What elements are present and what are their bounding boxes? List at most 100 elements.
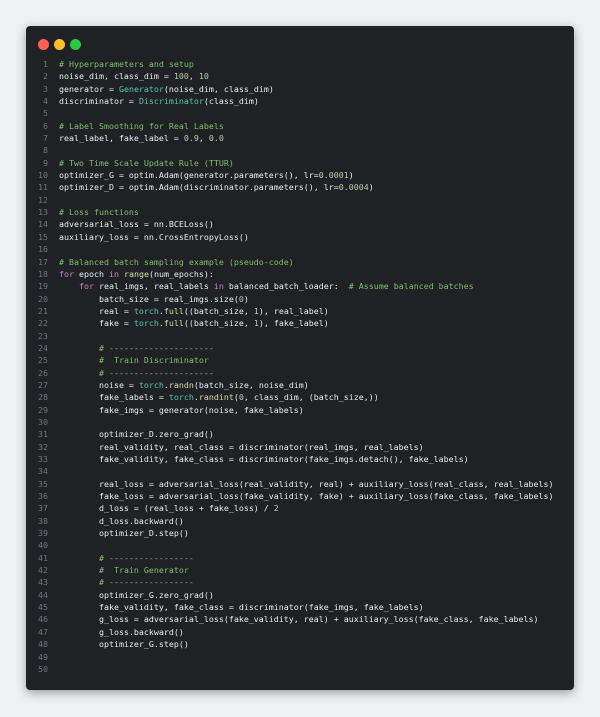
- code-text: # Two Time Scale Update Rule (TTUR): [59, 157, 234, 169]
- window-titlebar: [26, 26, 574, 60]
- code-token: ), real_label): [258, 305, 329, 316]
- line-number: 7: [43, 133, 48, 144]
- code-text: real_label, fake_label = 0.9, 0.0: [59, 132, 224, 144]
- code-token: ,: [198, 133, 209, 144]
- code-token: optimizer_D.step(): [59, 528, 189, 539]
- code-line: 36 fake_loss = adversarial_loss(fake_val…: [26, 490, 574, 502]
- code-line: 17 # Balanced batch sampling example (pse…: [26, 256, 574, 268]
- code-token: full: [163, 305, 184, 316]
- code-line: 1 # Hyperparameters and setup: [26, 58, 574, 70]
- code-line: 37 d_loss = (real_loss + fake_loss) / 2: [26, 502, 574, 514]
- code-token: discriminator =: [59, 96, 139, 107]
- code-token: noise =: [59, 379, 139, 390]
- line-number: 32: [38, 441, 48, 452]
- code-line: 14 adversarial_loss = nn.BCELoss(): [26, 218, 574, 230]
- code-text: batch_size = real_imgs.size(0): [59, 293, 249, 305]
- minimize-window-icon[interactable]: [54, 39, 65, 50]
- code-line: 5: [26, 107, 574, 119]
- code-text: auxiliary_loss = nn.CrossEntropyLoss(): [59, 231, 249, 243]
- code-text: g_loss.backward(): [59, 626, 184, 638]
- line-number: 25: [38, 355, 48, 366]
- line-number: 40: [38, 540, 48, 551]
- code-line: 3 generator = Generator(noise_dim, class_…: [26, 83, 574, 95]
- line-number: 17: [38, 256, 48, 267]
- code-text: # -----------------: [59, 552, 194, 564]
- code-token: (noise_dim, class_dim): [163, 83, 274, 94]
- code-token: epoch: [74, 268, 109, 279]
- code-token: torch: [133, 305, 159, 316]
- code-line: 15 auxiliary_loss = nn.CrossEntropyLoss(): [26, 231, 574, 243]
- code-text: # Train Discriminator: [59, 354, 209, 366]
- line-number: 44: [38, 589, 48, 600]
- line-number: 41: [38, 552, 48, 563]
- code-token: torch: [138, 379, 164, 390]
- code-line: 22 fake = torch.full((batch_size, 1), fa…: [26, 317, 574, 329]
- line-number: 9: [43, 157, 48, 168]
- code-text: optimizer_D.zero_grad(): [59, 428, 214, 440]
- code-text: optimizer_G.zero_grad(): [59, 589, 214, 601]
- code-text: d_loss.backward(): [59, 515, 184, 527]
- close-window-icon[interactable]: [38, 39, 49, 50]
- code-token: 0.9: [183, 133, 199, 144]
- code-line: 2 noise_dim, class_dim = 100, 10: [26, 70, 574, 82]
- code-token: optimizer_G = optim.Adam(generator.param…: [59, 170, 319, 181]
- code-token: # Label Smoothing for Real Labels: [59, 120, 224, 131]
- code-line: 29 fake_imgs = generator(noise, fake_lab…: [26, 404, 574, 416]
- line-number: 39: [38, 528, 48, 539]
- code-text: d_loss = (real_loss + fake_loss) / 2: [59, 502, 279, 514]
- line-number: 21: [38, 305, 48, 316]
- code-token: in: [108, 268, 119, 279]
- line-number: 27: [38, 379, 48, 390]
- code-token: optimizer_G.zero_grad(): [59, 589, 214, 600]
- line-number: 29: [38, 404, 48, 415]
- code-token: # Hyperparameters and setup: [59, 59, 194, 69]
- code-token: 0.0001: [318, 170, 349, 181]
- code-token: d_loss.backward(): [59, 515, 184, 526]
- code-line: 9 # Two Time Scale Update Rule (TTUR): [26, 157, 574, 169]
- line-number: 36: [38, 491, 48, 502]
- code-text: fake_imgs = generator(noise, fake_labels…: [59, 404, 304, 416]
- line-number: 8: [43, 145, 48, 156]
- code-token: # -----------------: [98, 577, 194, 588]
- code-token: noise_dim, class_dim =: [59, 71, 174, 82]
- code-line: 32 real_validity, real_class = discrimin…: [26, 441, 574, 453]
- line-number: 50: [38, 663, 48, 674]
- code-token: adversarial_loss = nn.BCELoss(): [59, 219, 214, 230]
- code-line: 35 real_loss = adversarial_loss(real_val…: [26, 478, 574, 490]
- code-token: Discriminator: [138, 96, 204, 107]
- line-number: 2: [43, 71, 48, 82]
- code-line: 11 optimizer_D = optim.Adam(discriminator…: [26, 181, 574, 193]
- code-token: # Train Generator: [98, 565, 189, 576]
- code-editor[interactable]: 1 # Hyperparameters and setup 2 noise_dim, …: [26, 58, 574, 675]
- code-line: 16: [26, 243, 574, 255]
- code-line: 34: [26, 465, 574, 477]
- code-token: ((batch_size,: [183, 318, 254, 329]
- code-line: 8: [26, 144, 574, 156]
- line-number: 23: [38, 330, 48, 341]
- code-token: optimizer_D.zero_grad(): [59, 429, 214, 440]
- code-token: real_label, fake_label =: [59, 133, 184, 144]
- code-line: 40: [26, 539, 574, 551]
- code-text: fake_loss = adversarial_loss(fake_validi…: [59, 490, 554, 502]
- code-token: # Assume balanced batches: [348, 281, 474, 292]
- code-line: 45 fake_validity, fake_class = discrimin…: [26, 601, 574, 613]
- code-text: generator = Generator(noise_dim, class_d…: [59, 83, 274, 95]
- zoom-window-icon[interactable]: [70, 39, 81, 50]
- code-token: range: [123, 268, 149, 279]
- code-text: for real_imgs, real_labels in balanced_b…: [59, 280, 474, 292]
- code-token: torch: [168, 392, 194, 403]
- code-line: 4 discriminator = Discriminator(class_dim…: [26, 95, 574, 107]
- code-token: optimizer_G.step(): [59, 639, 189, 650]
- code-line: 27 noise = torch.randn(batch_size, noise…: [26, 379, 574, 391]
- code-line: 13 # Loss functions: [26, 206, 574, 218]
- code-token: d_loss = (real_loss + fake_loss) /: [59, 503, 274, 514]
- line-number: 24: [38, 342, 48, 353]
- line-number: 26: [38, 367, 48, 378]
- code-token: full: [163, 318, 184, 329]
- code-token: batch_size = real_imgs.size(: [59, 293, 239, 304]
